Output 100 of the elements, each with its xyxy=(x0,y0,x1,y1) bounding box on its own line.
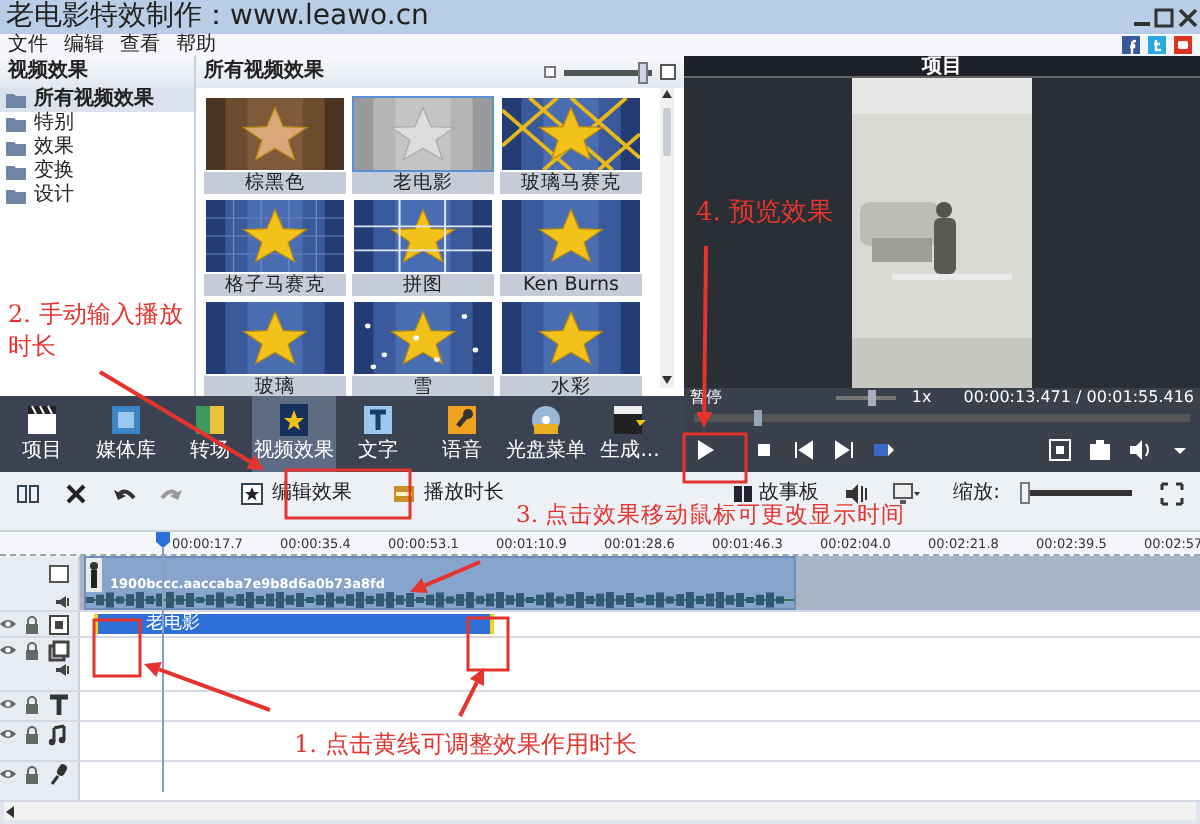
track-icon xyxy=(48,639,70,661)
panel-title: 所有视频效果 xyxy=(204,57,326,86)
slider-thumb[interactable] xyxy=(1020,482,1031,504)
tab-icon xyxy=(192,402,228,438)
annotation-text: 1. 点击黄线可调整效果作用时长 xyxy=(294,732,637,759)
lock-icon[interactable] xyxy=(24,695,40,713)
social-icon[interactable] xyxy=(1122,36,1140,54)
next-icon xyxy=(832,438,856,462)
previous-icon xyxy=(792,438,816,462)
slider-thumb[interactable] xyxy=(638,61,649,83)
close-button[interactable] xyxy=(1176,7,1200,27)
zoom-label: 缩放: xyxy=(953,482,1000,504)
toolbar-tab[interactable]: 媒体库 xyxy=(84,396,168,472)
social-icon[interactable] xyxy=(1174,36,1192,54)
toolbar-button[interactable]: 播放时长 xyxy=(384,479,512,507)
arrow xyxy=(144,661,271,712)
effect-label[interactable]: 老电影 xyxy=(352,172,494,194)
zoom-slider[interactable] xyxy=(1020,482,1132,504)
preview-title: 项目 xyxy=(684,56,1200,78)
tab-icon xyxy=(108,402,144,438)
tree-item[interactable]: 变换 xyxy=(0,160,194,184)
track-icon xyxy=(48,723,70,745)
effect-label[interactable]: 棕黑色 xyxy=(204,172,346,194)
small-size-icon xyxy=(544,66,556,78)
arrow xyxy=(458,668,484,717)
visibility-icon[interactable] xyxy=(0,642,16,658)
scroll-left-icon[interactable] xyxy=(4,805,16,817)
highlight-frame xyxy=(92,618,142,678)
volume-icon xyxy=(1128,438,1152,462)
menu-item[interactable]: 编辑 xyxy=(64,34,104,56)
toolbar-tab[interactable]: 文字 xyxy=(336,396,420,472)
tab-icon xyxy=(612,402,648,438)
effect-label[interactable]: 玻璃马赛克 xyxy=(500,172,642,194)
scrollbar[interactable] xyxy=(4,802,1196,820)
tree-item[interactable]: 所有视频效果 xyxy=(0,88,194,112)
effect-clip[interactable]: 老电影 xyxy=(94,614,494,634)
track-icon xyxy=(48,693,70,715)
toolbar-tab[interactable]: 光盘菜单 xyxy=(504,396,588,472)
annotation-text: 2. 手动输入播放时长 xyxy=(8,300,185,363)
visibility-icon[interactable] xyxy=(0,616,16,632)
play-icon xyxy=(692,438,716,462)
effect-label[interactable]: 拼图 xyxy=(352,274,494,296)
effect-label[interactable]: Ken Burns xyxy=(500,274,642,296)
tab-icon xyxy=(444,402,480,438)
film-icon xyxy=(392,481,416,505)
lock-icon[interactable] xyxy=(24,765,40,783)
storyboard-toggle[interactable]: 故事板 xyxy=(725,480,828,506)
lock-icon[interactable] xyxy=(24,725,40,743)
time-display: 00:00:13.471 / 00:01:55.416 xyxy=(963,388,1194,408)
tab-icon xyxy=(360,402,396,438)
visibility-icon[interactable] xyxy=(0,726,16,742)
window-title: 老电影特效制作：www.leawo.cn xyxy=(6,0,431,33)
tree-item[interactable]: 设计 xyxy=(0,184,194,208)
lock-icon[interactable] xyxy=(24,615,40,633)
track-icon xyxy=(48,763,70,785)
snapshot-button[interactable] xyxy=(1088,438,1112,462)
tree-item[interactable]: 效果 xyxy=(0,136,194,160)
maximize-button[interactable] xyxy=(1152,7,1176,27)
toolbar-tab[interactable]: 视频效果 xyxy=(252,396,336,472)
fit-icon xyxy=(1160,481,1184,505)
tree-item[interactable]: 特别 xyxy=(0,112,194,136)
effect-label[interactable]: 格子马赛克 xyxy=(204,274,346,296)
toolbar-tab[interactable]: 项目 xyxy=(0,396,84,472)
arrow xyxy=(410,560,481,594)
clip-icon xyxy=(872,438,896,462)
visibility-icon[interactable] xyxy=(0,696,16,712)
large-size-icon xyxy=(660,64,676,80)
volume-button[interactable] xyxy=(1128,438,1152,462)
visibility-icon[interactable] xyxy=(0,766,16,782)
audio-icon xyxy=(54,594,70,610)
stop-button[interactable] xyxy=(752,438,776,462)
star-icon xyxy=(240,481,264,505)
speed-label: 1x xyxy=(911,388,932,408)
menu-item[interactable]: 查看 xyxy=(120,34,160,56)
clip-button[interactable] xyxy=(872,438,896,462)
next-button[interactable] xyxy=(832,438,856,462)
effect-label[interactable]: 水彩 xyxy=(500,376,642,396)
fullscreen-button[interactable] xyxy=(1048,438,1072,462)
lock-icon[interactable] xyxy=(24,641,40,659)
effect-label[interactable]: 雪 xyxy=(352,376,494,396)
storyboard-icon xyxy=(733,485,752,501)
audio-icon xyxy=(843,481,868,505)
menu-item[interactable]: 文件 xyxy=(8,34,48,56)
slider-thumb[interactable] xyxy=(867,390,876,406)
toolbar-tab[interactable]: 生成... xyxy=(588,396,672,472)
scrollbar[interactable] xyxy=(660,88,674,388)
effect-label[interactable]: 玻璃 xyxy=(204,376,346,396)
annotation-text: 4. 预览效果 xyxy=(696,200,834,229)
previous-button[interactable] xyxy=(792,438,816,462)
annotation-text: 3. 点击效果移动鼠标可更改显示时间 xyxy=(516,502,906,528)
menu-item[interactable]: 帮助 xyxy=(176,34,216,56)
highlight-frame xyxy=(682,432,748,484)
storyboard-icon xyxy=(16,481,40,505)
panel-title: 视频效果 xyxy=(0,56,194,88)
track-icon xyxy=(48,564,70,586)
tab-icon xyxy=(528,402,564,438)
delete-icon xyxy=(64,481,88,505)
seek-handle[interactable] xyxy=(753,410,762,426)
audio-icon xyxy=(54,662,70,678)
toolbar-tab[interactable]: 语音 xyxy=(420,396,504,472)
